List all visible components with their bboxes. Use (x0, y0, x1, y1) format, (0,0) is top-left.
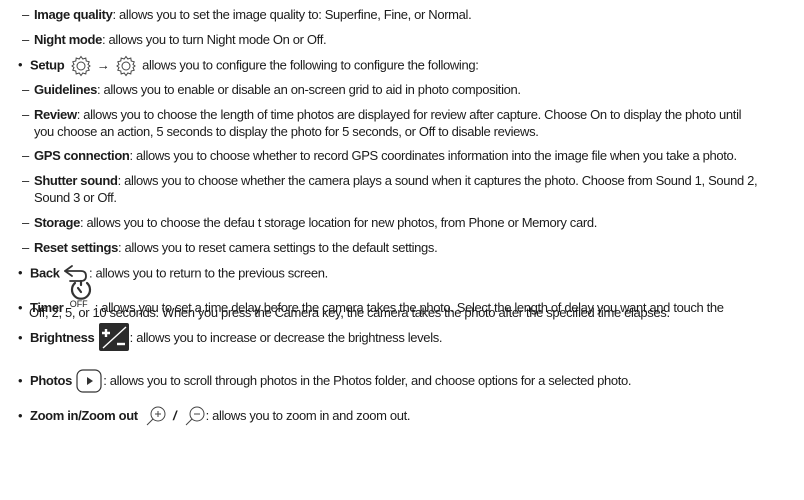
list-item-night-mode: – Night mode: allows you to turn Night mo… (22, 32, 327, 47)
desc-shutter-sound-2: Sound 3 or Off. (34, 190, 117, 205)
zoom-in-icon (145, 406, 169, 426)
bullet-marker: • (18, 408, 23, 423)
term-night-mode: Night mode (34, 32, 102, 47)
manual-page: – Image quality: allows you to set the im… (0, 0, 804, 500)
term-guidelines: Guidelines (34, 82, 97, 97)
bullet-marker: • (18, 57, 23, 73)
term-shutter-sound: Shutter sound (34, 173, 118, 188)
bullet-marker: • (18, 330, 23, 345)
desc-review-2: you choose an action, 5 seconds to displ… (34, 124, 539, 139)
list-item-reset-settings: – Reset settings: allows you to reset cam… (22, 240, 438, 255)
list-item-guidelines: – Guidelines: allows you to enable or dis… (22, 82, 521, 97)
desc-gps: : allows you to choose whether to record… (129, 148, 738, 163)
zoom-separator: / (173, 408, 177, 423)
dash-marker: – (22, 173, 29, 188)
list-item-brightness: • Brightness : allows you to increase or … (18, 323, 443, 352)
bullet-marker: • (18, 265, 23, 281)
desc-brightness: : allows you to increase or decrease the… (129, 330, 443, 345)
dash-marker: – (22, 82, 29, 97)
term-storage: Storage (34, 215, 80, 230)
desc-shutter-sound: : allows you to choose whether the camer… (117, 173, 758, 188)
desc-back: : allows you to return to the previous s… (88, 265, 328, 281)
dash-marker: – (22, 148, 29, 163)
list-item-setup: • Setup → allows you to configure the fol… (18, 55, 479, 77)
desc-photos: : allows you to scroll through photos in… (103, 373, 632, 388)
list-item-gps: – GPS connection: allows you to choose wh… (22, 148, 737, 163)
desc-review: : allows you to choose the length of tim… (76, 107, 742, 122)
gear-icon (113, 55, 139, 77)
term-reset-settings: Reset settings (34, 240, 118, 255)
arrow-symbol: → (96, 57, 110, 73)
term-gps: GPS connection (34, 148, 130, 163)
dash-marker: – (22, 7, 29, 22)
dash-marker: – (22, 215, 29, 230)
list-item-review-continued: you choose an action, 5 seconds to displ… (34, 124, 539, 139)
list-item-image-quality: – Image quality: allows you to set the im… (22, 7, 472, 22)
bullet-marker: • (18, 373, 23, 388)
desc-night-mode: : allows you to turn Night mode On or Of… (102, 32, 327, 47)
play-icon (75, 369, 103, 393)
dash-marker: – (22, 32, 29, 47)
term-back: Back (30, 265, 60, 281)
brightness-icon (98, 323, 130, 352)
desc-image-quality: : allows you to set the image quality to… (112, 7, 472, 22)
term-photos: Photos (30, 373, 72, 388)
list-item-zoom: • Zoom in/Zoom out / : allows you to zoom… (18, 406, 411, 426)
list-item-shutter-sound: – Shutter sound: allows you to choose whe… (22, 173, 758, 188)
list-item-review: – Review: allows you to choose the length… (22, 107, 742, 122)
list-item-photos: • Photos : allows you to scroll through p… (18, 369, 632, 393)
gear-icon (68, 55, 94, 77)
desc-timer-2: Off, 2, 5, or 10 seconds. When you press… (29, 305, 670, 320)
term-setup: Setup (30, 57, 65, 73)
desc-storage: : allows you to choose the defau t stora… (79, 215, 597, 230)
list-item-shutter-sound-continued: Sound 3 or Off. (34, 190, 117, 205)
dash-marker: – (22, 240, 29, 255)
zoom-out-icon (184, 406, 206, 426)
term-brightness: Brightness (30, 330, 95, 345)
term-review: Review (34, 107, 77, 122)
desc-reset-settings: : allows you to reset camera settings to… (117, 240, 438, 255)
dash-marker: – (22, 107, 29, 122)
term-zoom: Zoom in/Zoom out (30, 408, 138, 423)
list-item-storage: – Storage: allows you to choose the defau… (22, 215, 597, 230)
list-item-timer-continued: Off, 2, 5, or 10 seconds. When you press… (29, 305, 670, 320)
list-item-back: • Back : allows you to return to the prev… (18, 264, 328, 284)
term-image-quality: Image quality (34, 7, 113, 22)
desc-setup: allows you to configure the following to… (138, 57, 479, 73)
desc-zoom: : allows you to zoom in and zoom out. (205, 408, 411, 423)
desc-guidelines: : allows you to enable or disable an on-… (96, 82, 521, 97)
